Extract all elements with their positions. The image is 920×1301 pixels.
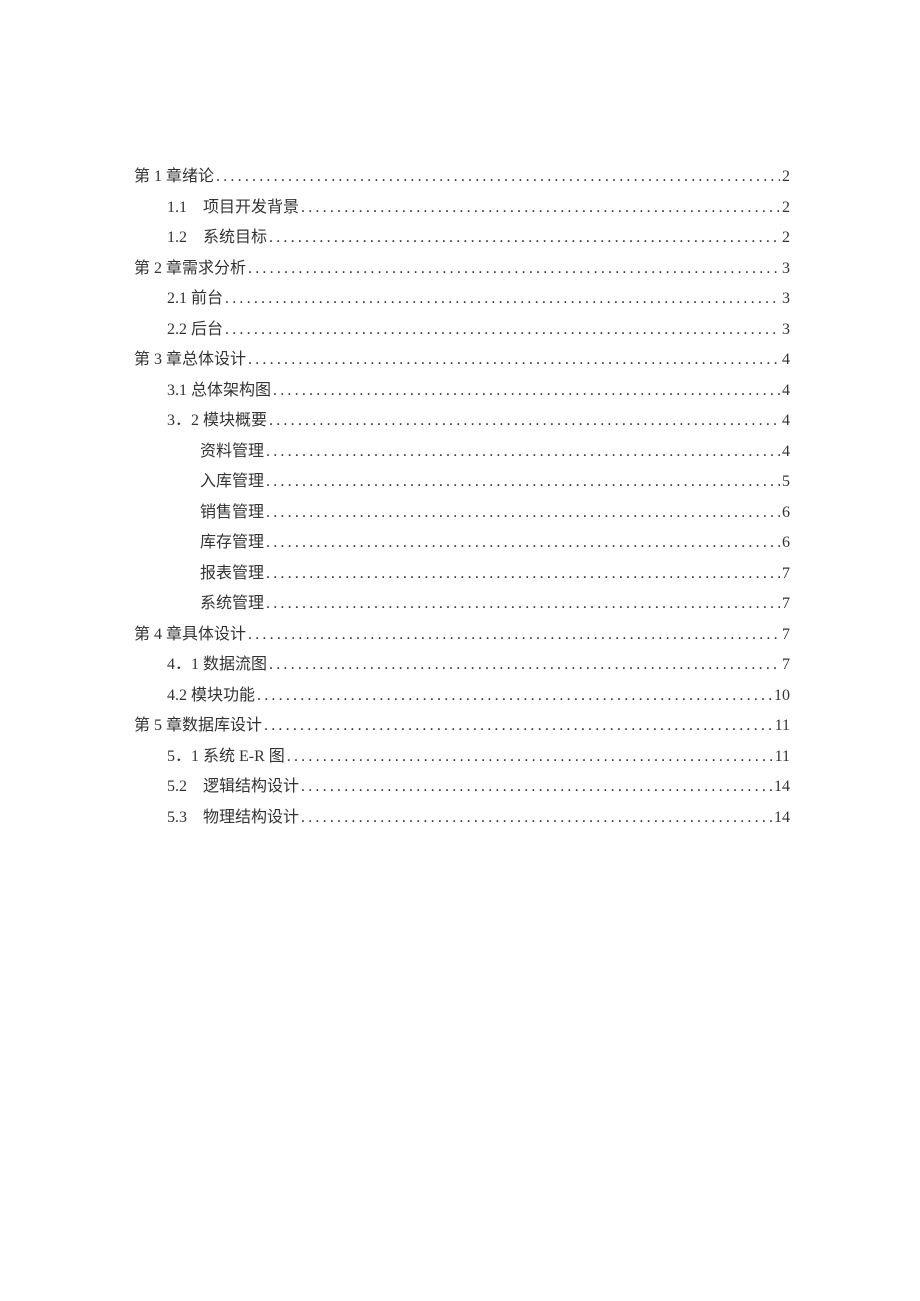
toc-leader bbox=[266, 498, 780, 529]
toc-leader bbox=[266, 437, 780, 468]
toc-label: 5.3 物理结构设计 bbox=[167, 803, 299, 834]
toc-label: 第 4 章具体设计 bbox=[134, 620, 246, 651]
toc-leader bbox=[264, 711, 773, 742]
toc-entry[interactable]: 第 1 章绪论 2 bbox=[134, 162, 790, 193]
toc-label: 第 3 章总体设计 bbox=[134, 345, 246, 376]
toc-label: 4.2 模块功能 bbox=[167, 681, 255, 712]
toc-page-number: 3 bbox=[782, 284, 790, 315]
toc-leader bbox=[273, 376, 780, 407]
toc-page-number: 7 bbox=[782, 620, 790, 651]
toc-label: 3.1 总体架构图 bbox=[167, 376, 271, 407]
toc-entry[interactable]: 第 3 章总体设计 4 bbox=[134, 345, 790, 376]
toc-page-number: 14 bbox=[774, 772, 790, 803]
toc-entry[interactable]: 销售管理 6 bbox=[134, 498, 790, 529]
toc-label: 5.2 逻辑结构设计 bbox=[167, 772, 299, 803]
toc-leader bbox=[248, 345, 780, 376]
toc-entry[interactable]: 2.1 前台 3 bbox=[134, 284, 790, 315]
toc-label: 1.2 系统目标 bbox=[167, 223, 267, 254]
toc-label: 第 5 章数据库设计 bbox=[134, 711, 262, 742]
toc-leader bbox=[287, 742, 773, 773]
toc-entry[interactable]: 系统管理 7 bbox=[134, 589, 790, 620]
toc-page-number: 4 bbox=[782, 406, 790, 437]
toc-entry[interactable]: 1.1 项目开发背景 2 bbox=[134, 193, 790, 224]
toc-page-number: 6 bbox=[782, 528, 790, 559]
toc-leader bbox=[266, 528, 780, 559]
toc-page-number: 14 bbox=[774, 803, 790, 834]
toc-entry[interactable]: 资料管理 4 bbox=[134, 437, 790, 468]
toc-page-number: 10 bbox=[774, 681, 790, 712]
toc-label: 5．1 系统 E-R 图 bbox=[167, 742, 285, 773]
toc-entry[interactable]: 第 4 章具体设计 7 bbox=[134, 620, 790, 651]
toc-leader bbox=[301, 803, 772, 834]
toc-leader bbox=[266, 467, 780, 498]
page-container: 第 1 章绪论21.1 项目开发背景21.2 系统目标2第 2 章需求分析32.… bbox=[0, 0, 920, 833]
toc-page-number: 7 bbox=[782, 589, 790, 620]
toc-leader bbox=[269, 650, 780, 681]
toc-entry[interactable]: 5.2 逻辑结构设计 14 bbox=[134, 772, 790, 803]
toc-page-number: 7 bbox=[782, 559, 790, 590]
toc-leader bbox=[266, 559, 780, 590]
toc-leader bbox=[248, 254, 780, 285]
toc-leader bbox=[301, 772, 772, 803]
toc-label: 4．1 数据流图 bbox=[167, 650, 267, 681]
toc-leader bbox=[248, 620, 780, 651]
toc-leader bbox=[269, 406, 780, 437]
toc-page-number: 4 bbox=[782, 376, 790, 407]
toc-entry[interactable]: 5.3 物理结构设计 14 bbox=[134, 803, 790, 834]
toc-leader bbox=[269, 223, 780, 254]
toc-label: 第 2 章需求分析 bbox=[134, 254, 246, 285]
toc-page-number: 5 bbox=[782, 467, 790, 498]
toc-leader bbox=[257, 681, 772, 712]
toc-entry[interactable]: 5．1 系统 E-R 图 11 bbox=[134, 742, 790, 773]
table-of-contents: 第 1 章绪论21.1 项目开发背景21.2 系统目标2第 2 章需求分析32.… bbox=[134, 162, 790, 833]
toc-page-number: 7 bbox=[782, 650, 790, 681]
toc-label: 1.1 项目开发背景 bbox=[167, 193, 299, 224]
toc-entry[interactable]: 库存管理 6 bbox=[134, 528, 790, 559]
toc-leader bbox=[225, 315, 780, 346]
toc-entry[interactable]: 3．2 模块概要 4 bbox=[134, 406, 790, 437]
toc-page-number: 4 bbox=[782, 345, 790, 376]
toc-label: 系统管理 bbox=[200, 589, 264, 620]
toc-entry[interactable]: 2.2 后台 3 bbox=[134, 315, 790, 346]
toc-label: 库存管理 bbox=[200, 528, 264, 559]
toc-label: 销售管理 bbox=[200, 498, 264, 529]
toc-entry[interactable]: 4.2 模块功能 10 bbox=[134, 681, 790, 712]
toc-label: 2.1 前台 bbox=[167, 284, 223, 315]
toc-label: 2.2 后台 bbox=[167, 315, 223, 346]
toc-entry[interactable]: 第 2 章需求分析 3 bbox=[134, 254, 790, 285]
toc-page-number: 2 bbox=[782, 193, 790, 224]
toc-label: 3．2 模块概要 bbox=[167, 406, 267, 437]
toc-entry[interactable]: 报表管理 7 bbox=[134, 559, 790, 590]
toc-page-number: 2 bbox=[782, 223, 790, 254]
toc-page-number: 3 bbox=[782, 254, 790, 285]
toc-leader bbox=[301, 193, 780, 224]
toc-label: 报表管理 bbox=[200, 559, 264, 590]
toc-label: 资料管理 bbox=[200, 437, 264, 468]
toc-page-number: 2 bbox=[782, 162, 790, 193]
toc-leader bbox=[225, 284, 780, 315]
toc-entry[interactable]: 1.2 系统目标 2 bbox=[134, 223, 790, 254]
toc-page-number: 3 bbox=[782, 315, 790, 346]
toc-page-number: 11 bbox=[775, 711, 790, 742]
toc-entry[interactable]: 4．1 数据流图 7 bbox=[134, 650, 790, 681]
toc-label: 第 1 章绪论 bbox=[134, 162, 214, 193]
toc-leader bbox=[216, 162, 780, 193]
toc-page-number: 11 bbox=[775, 742, 790, 773]
toc-entry[interactable]: 入库管理 5 bbox=[134, 467, 790, 498]
toc-page-number: 6 bbox=[782, 498, 790, 529]
toc-leader bbox=[266, 589, 780, 620]
toc-page-number: 4 bbox=[782, 437, 790, 468]
toc-label: 入库管理 bbox=[200, 467, 264, 498]
toc-entry[interactable]: 3.1 总体架构图 4 bbox=[134, 376, 790, 407]
toc-entry[interactable]: 第 5 章数据库设计 11 bbox=[134, 711, 790, 742]
